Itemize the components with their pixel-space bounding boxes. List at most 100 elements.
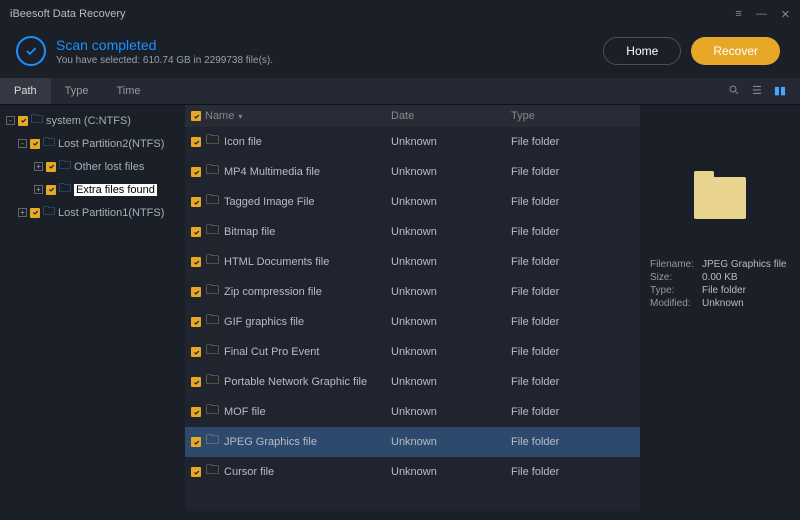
tree-label: Other lost files xyxy=(74,161,144,173)
tree-item[interactable]: -🗀system (C:NTFS) xyxy=(6,109,179,132)
checkbox[interactable] xyxy=(191,227,201,237)
folder-icon: 🗀 xyxy=(59,179,71,200)
checkbox[interactable] xyxy=(191,437,201,447)
checkbox[interactable] xyxy=(18,116,28,126)
file-name: Cursor file xyxy=(224,466,274,478)
meta-type: File folder xyxy=(702,285,790,296)
file-name: Bitmap file xyxy=(224,226,275,238)
file-row[interactable]: 🗀Portable Network Graphic fileUnknownFil… xyxy=(185,367,640,397)
checkbox[interactable] xyxy=(191,257,201,267)
file-row[interactable]: 🗀MOF fileUnknownFile folder xyxy=(185,397,640,427)
file-date: Unknown xyxy=(391,196,511,208)
tree-label: system (C:NTFS) xyxy=(46,115,131,127)
checkbox[interactable] xyxy=(191,167,201,177)
content: -🗀system (C:NTFS)-🗀Lost Partition2(NTFS)… xyxy=(0,105,800,511)
checkbox[interactable] xyxy=(191,197,201,207)
home-button[interactable]: Home xyxy=(603,37,681,65)
file-type: File folder xyxy=(511,376,630,388)
folder-icon: 🗀 xyxy=(206,341,219,363)
file-date: Unknown xyxy=(391,316,511,328)
col-type[interactable]: Type xyxy=(511,110,630,122)
folder-icon: 🗀 xyxy=(206,191,219,213)
recover-button[interactable]: Recover xyxy=(691,37,780,65)
file-type: File folder xyxy=(511,466,630,478)
expander-icon[interactable]: - xyxy=(18,139,27,148)
file-row[interactable]: 🗀Tagged Image FileUnknownFile folder xyxy=(185,187,640,217)
meta-type-label: Type: xyxy=(650,285,702,296)
file-date: Unknown xyxy=(391,466,511,478)
file-name: GIF graphics file xyxy=(224,316,304,328)
tab-type[interactable]: Type xyxy=(51,78,103,104)
file-row[interactable]: 🗀GIF graphics fileUnknownFile folder xyxy=(185,307,640,337)
file-name: HTML Documents file xyxy=(224,256,329,268)
folder-icon: 🗀 xyxy=(206,431,219,453)
file-date: Unknown xyxy=(391,256,511,268)
checkbox[interactable] xyxy=(30,139,40,149)
file-type: File folder xyxy=(511,406,630,418)
menu-icon[interactable]: ≡ xyxy=(735,8,741,21)
file-row[interactable]: 🗀JPEG Graphics fileUnknownFile folder xyxy=(185,427,640,457)
file-row[interactable]: 🗀Icon fileUnknownFile folder xyxy=(185,127,640,157)
file-type: File folder xyxy=(511,436,630,448)
tree-label: Lost Partition1(NTFS) xyxy=(58,207,164,219)
col-date[interactable]: Date xyxy=(391,110,511,122)
col-name[interactable]: Name xyxy=(205,110,234,122)
window-controls: ≡ — ✕ xyxy=(735,8,790,21)
meta-filename: JPEG Graphics file xyxy=(702,259,790,270)
file-row[interactable]: 🗀 Bitmap file UnknownFile folder xyxy=(185,217,640,247)
file-type: File folder xyxy=(511,226,630,238)
file-row[interactable]: 🗀MP4 Multimedia fileUnknownFile folder xyxy=(185,157,640,187)
minimize-icon[interactable]: — xyxy=(756,8,767,21)
file-type: File folder xyxy=(511,136,630,148)
expander-icon[interactable]: - xyxy=(6,116,15,125)
checkbox[interactable] xyxy=(30,208,40,218)
expander-icon[interactable]: + xyxy=(18,208,27,217)
tree-label: Lost Partition2(NTFS) xyxy=(58,138,164,150)
checkbox[interactable] xyxy=(191,347,201,357)
checkbox[interactable] xyxy=(191,377,201,387)
folder-icon: 🗀 xyxy=(206,221,219,243)
checkbox[interactable] xyxy=(191,467,201,477)
check-circle-icon xyxy=(16,36,46,66)
close-icon[interactable]: ✕ xyxy=(781,8,790,21)
checkbox[interactable] xyxy=(191,287,201,297)
folder-icon: 🗀 xyxy=(206,251,219,273)
tree-panel: -🗀system (C:NTFS)-🗀Lost Partition2(NTFS)… xyxy=(0,105,185,511)
file-row[interactable]: 🗀Cursor fileUnknownFile folder xyxy=(185,457,640,487)
file-row[interactable]: 🗀HTML Documents fileUnknownFile folder xyxy=(185,247,640,277)
list-header: Name ▾ Date Type xyxy=(185,105,640,127)
checkbox[interactable] xyxy=(191,317,201,327)
file-row[interactable]: 🗀Zip compression fileUnknownFile folder xyxy=(185,277,640,307)
tree-item[interactable]: + 🗀Extra files found xyxy=(6,178,179,201)
expander-icon[interactable]: + xyxy=(34,185,43,194)
folder-icon: 🗀 xyxy=(206,311,219,333)
tree-label: Extra files found xyxy=(74,184,157,196)
tabbar: PathTypeTime ☰ ▮▮ xyxy=(0,78,800,105)
checkbox[interactable] xyxy=(191,137,201,147)
checkbox[interactable] xyxy=(191,407,201,417)
expander-icon[interactable]: + xyxy=(34,162,43,171)
search-icon[interactable] xyxy=(728,84,740,99)
select-all-checkbox[interactable] xyxy=(191,111,201,121)
meta-size-label: Size: xyxy=(650,272,702,283)
file-type: File folder xyxy=(511,286,630,298)
tree-item[interactable]: -🗀Lost Partition2(NTFS) xyxy=(6,132,179,155)
meta-filename-label: Filename: xyxy=(650,259,702,270)
file-row[interactable]: 🗀Final Cut Pro EventUnknownFile folder xyxy=(185,337,640,367)
file-name: JPEG Graphics file xyxy=(224,436,317,448)
checkbox[interactable] xyxy=(46,162,56,172)
sort-icon: ▾ xyxy=(238,112,242,121)
folder-icon: 🗀 xyxy=(206,131,219,153)
checkbox[interactable] xyxy=(46,185,56,195)
file-date: Unknown xyxy=(391,226,511,238)
file-name: Icon file xyxy=(224,136,262,148)
tab-time[interactable]: Time xyxy=(103,78,155,104)
folder-icon: 🗀 xyxy=(43,202,55,223)
tab-path[interactable]: Path xyxy=(0,78,51,104)
list-view-icon[interactable]: ☰ xyxy=(752,84,762,99)
file-list: Name ▾ Date Type 🗀Icon fileUnknownFile f… xyxy=(185,105,640,511)
grid-view-icon[interactable]: ▮▮ xyxy=(774,84,786,99)
tree-item[interactable]: +🗀Other lost files xyxy=(6,155,179,178)
file-date: Unknown xyxy=(391,346,511,358)
tree-item[interactable]: + 🗀Lost Partition1(NTFS) xyxy=(6,201,179,224)
